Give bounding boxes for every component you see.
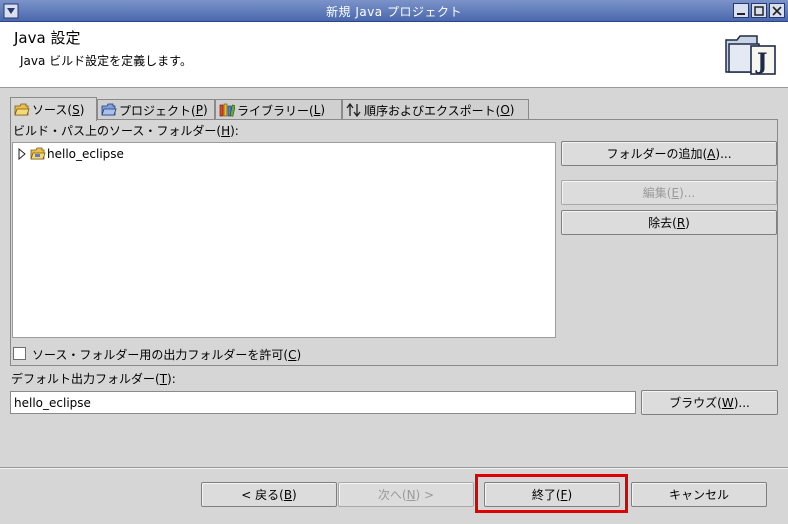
tab-source-mnemonic: S (72, 102, 80, 117)
source-folders-label: ビルド・パス上のソース・フォルダー(H): (13, 122, 239, 139)
svg-text:J: J (755, 49, 767, 75)
tab-project-suffix: ) (202, 103, 208, 117)
default-output-suffix: ): (167, 372, 176, 386)
remove-button-mnemonic: R (676, 215, 686, 230)
edit-button-mnemonic: E (671, 185, 680, 200)
browse-button-label: ブラウズ( (669, 396, 722, 410)
back-button[interactable]: < 戻る(B) (201, 482, 337, 507)
library-icon (219, 103, 235, 117)
edit-button[interactable]: 編集(E)... (561, 180, 777, 205)
add-folder-button-suffix: )... (715, 146, 732, 161)
source-folders-label-suffix: ): (230, 124, 239, 138)
next-button-suffix: ) > (415, 487, 435, 502)
remove-button-suffix: ) (685, 215, 690, 230)
allow-output-folders-label[interactable]: ソース・フォルダー用の出力フォルダーを許可(C) (32, 346, 301, 363)
back-button-mnemonic: B (283, 487, 293, 502)
project-icon (101, 103, 117, 116)
browse-button-suffix: )... (733, 395, 750, 410)
window-titlebar[interactable]: 新規 Java プロジェクト (0, 0, 788, 22)
java-project-folder-icon: J (725, 35, 776, 75)
next-button-mnemonic: N (406, 487, 416, 502)
tab-project[interactable]: プロジェクト(P) (97, 99, 215, 120)
default-output-label-text: デフォルト出力フォルダー( (11, 372, 160, 386)
add-folder-button-label: フォルダーの追加( (606, 147, 708, 161)
source-folder-tree[interactable]: hello_eclipse (12, 142, 556, 338)
tab-project-label: プロジェクト( (119, 103, 196, 118)
browse-button-mnemonic: W (721, 395, 734, 410)
source-folders-label-text: ビルド・パス上のソース・フォルダー( (13, 124, 222, 138)
tab-order-export-label: 順序およびエクスポート( (364, 103, 501, 118)
add-folder-button-mnemonic: A (707, 146, 716, 161)
page-title: Java 設定 (14, 29, 81, 47)
default-output-input[interactable] (10, 391, 636, 414)
window-title: 新規 Java プロジェクト (326, 5, 462, 19)
tab-libraries-suffix: ) (320, 103, 326, 117)
minimize-icon[interactable] (733, 3, 749, 18)
tab-order-export-mnemonic: O (500, 103, 510, 117)
add-folder-button[interactable]: フォルダーの追加(A)... (561, 141, 777, 166)
remove-button-label: 除去( (648, 216, 677, 230)
order-arrows-icon (346, 103, 361, 117)
close-icon[interactable] (769, 3, 785, 18)
source-folders-label-mnemonic: H (221, 124, 231, 138)
tab-libraries-label: ライブラリー( (237, 103, 314, 118)
tree-item-label: hello_eclipse (47, 147, 124, 161)
next-button-label: 次へ( (377, 488, 407, 502)
next-button[interactable]: 次へ(N) > (338, 482, 474, 507)
default-output-mnemonic: T (159, 372, 168, 386)
cancel-button-label: キャンセル (668, 488, 729, 502)
tab-libraries[interactable]: ライブラリー(L) (215, 99, 342, 120)
expand-arrow-icon[interactable] (17, 148, 27, 160)
tab-project-mnemonic: P (195, 103, 203, 117)
footer-separator (0, 467, 788, 469)
default-output-label: デフォルト出力フォルダー(T): (11, 370, 176, 387)
wizard-header: Java 設定 Java ビルド設定を定義します。 J (0, 22, 788, 88)
source-folder-icon (30, 147, 46, 160)
source-folder-icon (14, 103, 30, 115)
tree-item[interactable]: hello_eclipse (17, 147, 124, 161)
edit-button-label: 編集( (642, 186, 672, 200)
page-description: Java ビルド設定を定義します。 (20, 54, 192, 68)
allow-output-folders-label-text: ソース・フォルダー用の出力フォルダーを許可( (32, 348, 289, 362)
tab-source[interactable]: ソース(S) (10, 97, 97, 121)
allow-output-folders-suffix: ) (296, 348, 302, 362)
maximize-icon[interactable] (751, 3, 767, 18)
tab-source-suffix: ) (79, 102, 85, 117)
allow-output-folders-checkbox[interactable] (13, 347, 26, 360)
back-button-suffix: ) (292, 487, 297, 502)
browse-button[interactable]: ブラウズ(W)... (641, 390, 778, 415)
tab-libraries-mnemonic: L (313, 103, 321, 117)
tab-order-export-suffix: ) (509, 103, 515, 117)
tab-order-export[interactable]: 順序およびエクスポート(O) (342, 99, 529, 120)
remove-button[interactable]: 除去(R) (561, 210, 777, 235)
edit-button-suffix: )... (679, 185, 696, 200)
finish-highlight-box (475, 474, 628, 513)
source-tab-panel: ビルド・パス上のソース・フォルダー(H): hello_eclipse フォルダ… (10, 119, 778, 366)
back-button-label: < 戻る( (241, 488, 284, 502)
cancel-button[interactable]: キャンセル (631, 482, 767, 507)
tab-source-label: ソース( (32, 103, 73, 117)
